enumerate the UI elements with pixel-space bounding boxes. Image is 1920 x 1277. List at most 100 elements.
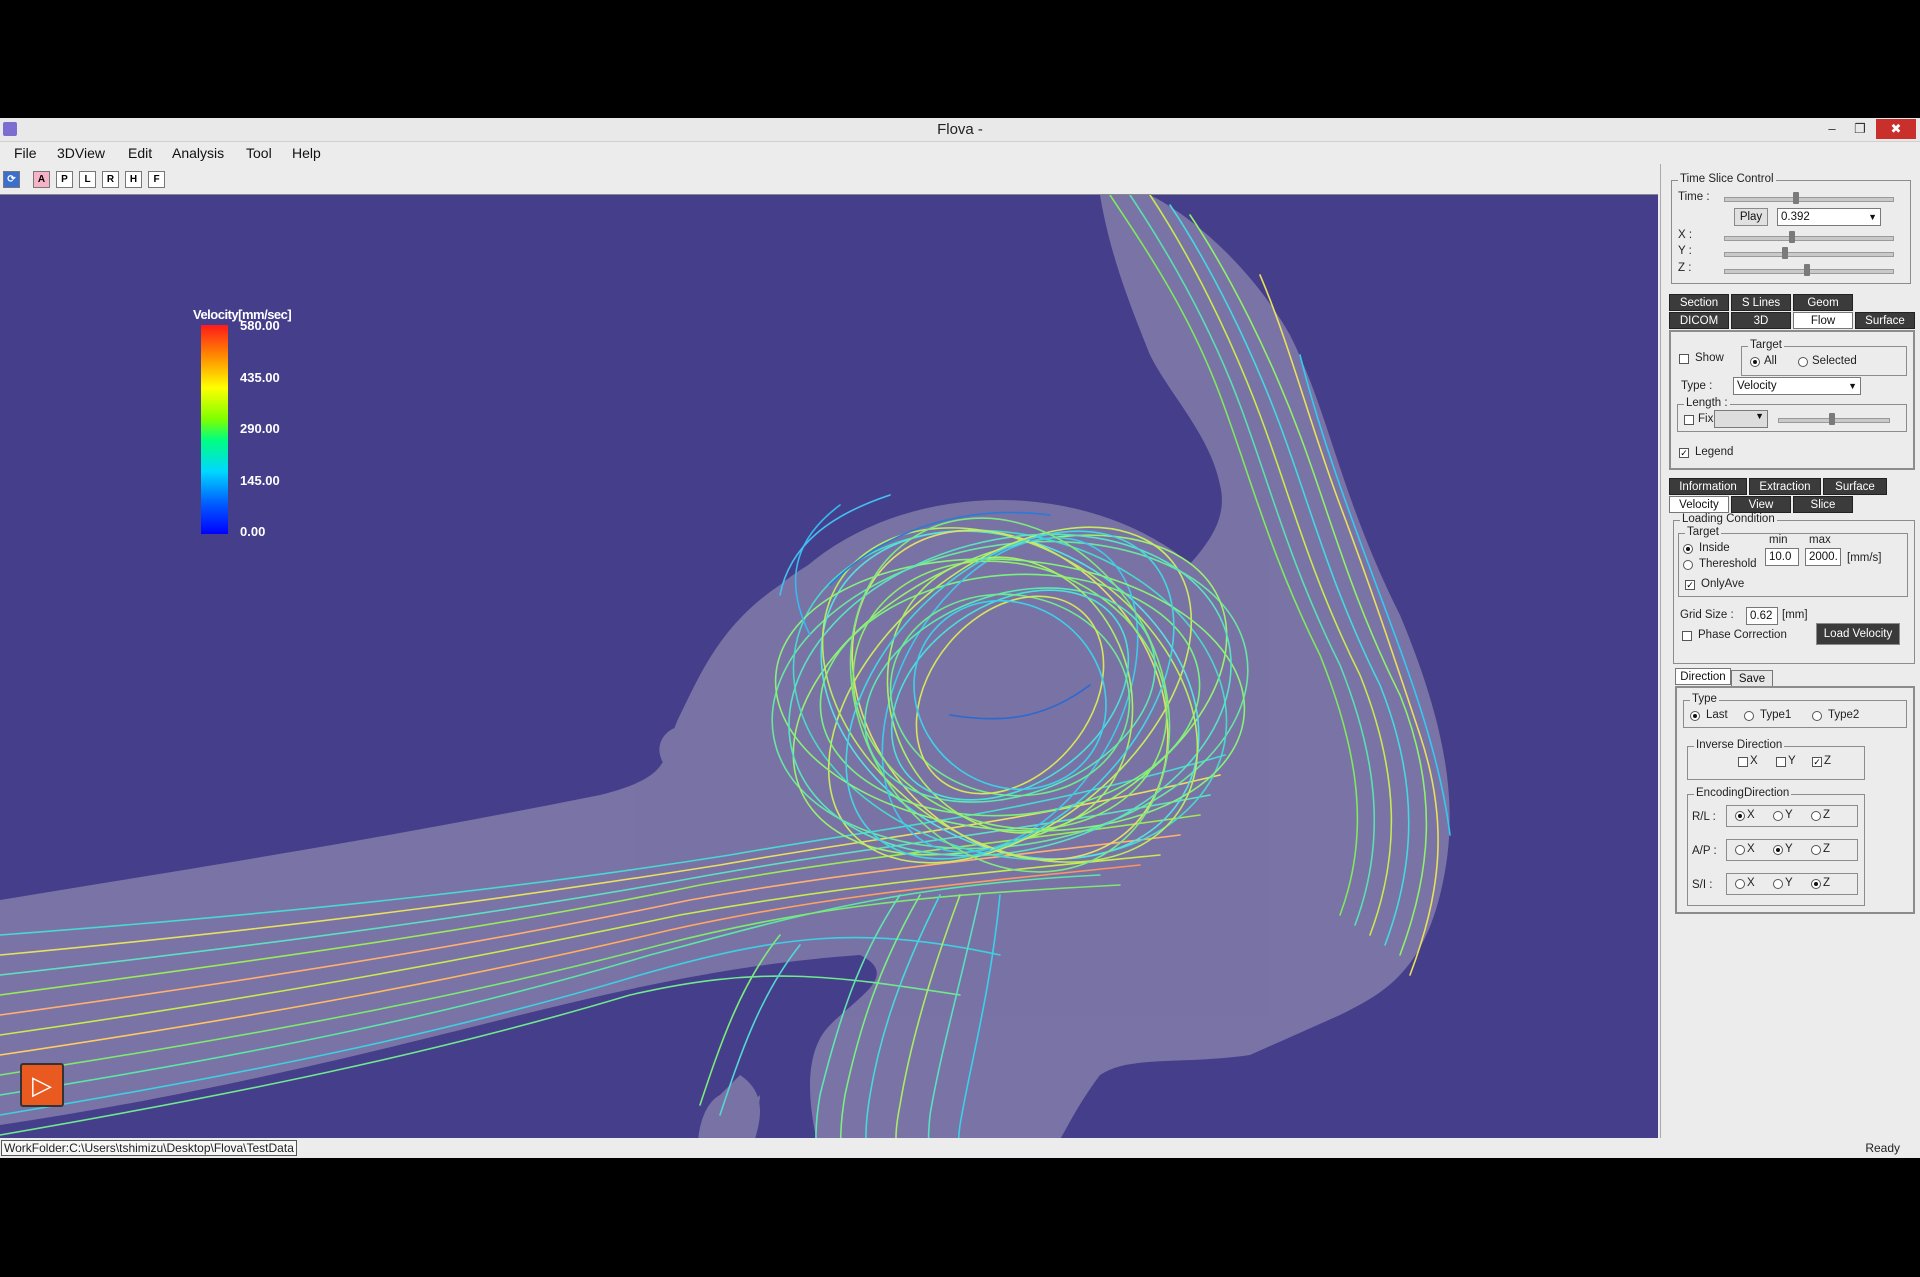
time-slice-title: Time Slice Control — [1678, 173, 1776, 185]
show-checkbox[interactable] — [1679, 354, 1689, 364]
tab-geom[interactable]: Geom — [1793, 294, 1853, 311]
tab-section[interactable]: Section — [1669, 294, 1729, 311]
play-button[interactable]: Play — [1734, 208, 1768, 226]
type-label: Type : — [1681, 380, 1713, 392]
si-x-radio[interactable] — [1735, 879, 1745, 889]
ap-z-radio[interactable] — [1811, 845, 1821, 855]
inverse-direction-title: Inverse Direction — [1694, 739, 1785, 751]
z-slider[interactable] — [1724, 264, 1894, 276]
x-slider-thumb[interactable] — [1789, 231, 1795, 243]
view-reset-icon[interactable]: ⟳ — [3, 171, 20, 188]
length-title: Length : — [1684, 397, 1730, 409]
legend-tick-145: 145.00 — [240, 473, 280, 488]
min-input[interactable]: 10.0 — [1765, 548, 1799, 566]
tab-extraction[interactable]: Extraction — [1749, 478, 1821, 495]
ap-y-radio[interactable] — [1773, 845, 1783, 855]
inverse-y-checkbox[interactable] — [1776, 757, 1786, 767]
work-folder-path: WorkFolder:C:\Users\tshimizu\Desktop\Flo… — [1, 1140, 297, 1156]
rl-x-radio[interactable] — [1735, 811, 1745, 821]
inverse-z-checkbox[interactable]: ✓ — [1812, 757, 1822, 767]
menu-file[interactable]: File — [14, 145, 37, 161]
length-select[interactable]: ▼ — [1714, 410, 1768, 428]
loading-condition-group: Loading Condition Target Inside Theresho… — [1673, 513, 1915, 664]
length-slider[interactable] — [1778, 413, 1890, 425]
time-slider-thumb[interactable] — [1793, 192, 1799, 204]
tab-flow[interactable]: Flow — [1793, 312, 1853, 329]
tab-velocity[interactable]: Velocity — [1669, 496, 1729, 513]
view-anterior-button[interactable]: A — [33, 171, 50, 188]
tab-information[interactable]: Information — [1669, 478, 1747, 495]
window-title: Flova - — [937, 121, 983, 138]
view-left-button[interactable]: L — [79, 171, 96, 188]
minimize-button[interactable]: – — [1818, 119, 1846, 139]
fix-label: Fix — [1698, 413, 1714, 425]
si-label: S/I : — [1692, 879, 1713, 891]
inside-radio[interactable] — [1683, 544, 1693, 554]
flow-target-group: Target All Selected — [1741, 339, 1907, 376]
time-select[interactable]: 0.392 ▼ — [1777, 208, 1881, 226]
velocity-color-bar — [201, 325, 228, 534]
ap-x-radio[interactable] — [1735, 845, 1745, 855]
encoding-direction-group: EncodingDirection R/L : X Y Z A/P : X Y — [1687, 787, 1865, 906]
tab-direction[interactable]: Direction — [1675, 668, 1731, 685]
fix-checkbox[interactable] — [1684, 415, 1694, 425]
legend-label: Legend — [1695, 446, 1734, 458]
si-y-radio[interactable] — [1773, 879, 1783, 889]
play-arrow-icon[interactable]: ▷ — [20, 1063, 64, 1107]
si-options: X Y Z — [1726, 873, 1858, 895]
tab-surface-2[interactable]: Surface — [1823, 478, 1887, 495]
time-slider[interactable] — [1724, 192, 1894, 204]
view-head-button[interactable]: H — [125, 171, 142, 188]
z-slider-thumb[interactable] — [1804, 264, 1810, 276]
menu-help[interactable]: Help — [292, 145, 321, 161]
length-slider-thumb[interactable] — [1829, 413, 1835, 425]
3d-viewport[interactable]: Velocity[mm/sec] 580.00 435.00 290.00 14… — [0, 194, 1658, 1154]
tab-view[interactable]: View — [1731, 496, 1791, 513]
tab-save[interactable]: Save — [1731, 670, 1773, 687]
grid-size-input[interactable]: 0.62 — [1746, 607, 1778, 625]
close-button[interactable]: ✖ — [1876, 119, 1916, 139]
tab-dicom[interactable]: DICOM — [1669, 312, 1729, 329]
all-radio[interactable] — [1750, 357, 1760, 367]
menu-analysis[interactable]: Analysis — [172, 145, 224, 161]
max-input[interactable]: 2000. — [1805, 548, 1841, 566]
x-slider[interactable] — [1724, 231, 1894, 243]
threshold-radio[interactable] — [1683, 560, 1693, 570]
legend-tick-580: 580.00 — [240, 318, 280, 333]
chevron-down-icon: ▼ — [1868, 212, 1877, 222]
si-z-radio[interactable] — [1811, 879, 1821, 889]
selected-radio[interactable] — [1798, 357, 1808, 367]
ap-y-label: Y — [1785, 843, 1793, 855]
view-right-button[interactable]: R — [102, 171, 119, 188]
load-velocity-button[interactable]: Load Velocity — [1816, 623, 1900, 645]
menu-edit[interactable]: Edit — [128, 145, 152, 161]
type1-radio[interactable] — [1744, 711, 1754, 721]
restore-button[interactable]: ❐ — [1846, 119, 1874, 139]
tab-surface[interactable]: Surface — [1855, 312, 1915, 329]
menu-3dview[interactable]: 3DView — [57, 145, 105, 161]
rl-y-radio[interactable] — [1773, 811, 1783, 821]
onlyave-checkbox[interactable]: ✓ — [1685, 580, 1695, 590]
inverse-x-checkbox[interactable] — [1738, 757, 1748, 767]
rl-z-label: Z — [1823, 809, 1831, 821]
type-select[interactable]: Velocity ▼ — [1733, 377, 1861, 395]
y-slider[interactable] — [1724, 247, 1894, 259]
x-label: X : — [1678, 229, 1693, 241]
phase-correction-checkbox[interactable] — [1682, 631, 1692, 641]
view-foot-button[interactable]: F — [148, 171, 165, 188]
menu-tool[interactable]: Tool — [246, 145, 272, 161]
y-slider-thumb[interactable] — [1782, 247, 1788, 259]
rl-z-radio[interactable] — [1811, 811, 1821, 821]
legend-checkbox[interactable]: ✓ — [1679, 448, 1689, 458]
view-posterior-button[interactable]: P — [56, 171, 73, 188]
type2-radio[interactable] — [1812, 711, 1822, 721]
legend-tick-435: 435.00 — [240, 370, 280, 385]
selected-label: Selected — [1812, 355, 1857, 367]
last-radio[interactable] — [1690, 711, 1700, 721]
tab-slice[interactable]: Slice — [1793, 496, 1853, 513]
phase-correction-label: Phase Correction — [1698, 629, 1787, 641]
tab-3d[interactable]: 3D — [1731, 312, 1791, 329]
rl-x-label: X — [1747, 809, 1755, 821]
time-slice-group: Time Slice Control Time : Play 0.392 ▼ X … — [1671, 173, 1911, 284]
tab-s-lines[interactable]: S Lines — [1731, 294, 1791, 311]
